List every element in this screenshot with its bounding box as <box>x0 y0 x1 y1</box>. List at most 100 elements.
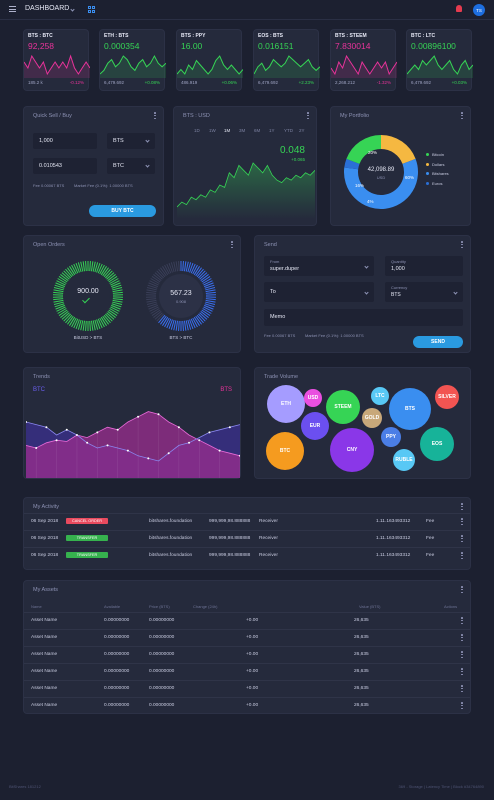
card-title: Send <box>264 242 277 248</box>
asset-available: 0.00000000 <box>104 686 130 691</box>
tab-period[interactable]: 1M <box>224 128 230 133</box>
ticker-card[interactable]: BTS : STEEM 7.830014 2,268.212 -1.32% <box>330 29 397 91</box>
amount-input-1[interactable]: 1,000 <box>33 133 97 149</box>
asset-price: 0.00000000 <box>149 652 175 657</box>
asset-row[interactable]: Asset Name 0.00000000 0.00000000 +0.00 26,63… <box>24 646 470 663</box>
bell-icon[interactable] <box>456 5 462 12</box>
to-field[interactable]: To <box>264 282 374 302</box>
memo-field[interactable]: Memo <box>264 309 463 326</box>
column-header[interactable]: Actions <box>444 604 457 609</box>
menu-icon[interactable] <box>9 6 16 12</box>
column-header[interactable]: Price (BTS) <box>149 604 170 609</box>
asset-row[interactable]: Asset Name 0.00000000 0.00000000 +0.00 26,63… <box>24 629 470 646</box>
trend-point <box>65 428 68 431</box>
asset-name: Asset Name <box>31 652 58 657</box>
grid-icon[interactable] <box>88 6 95 13</box>
asset-value: 26,635 <box>354 669 369 674</box>
activity-row[interactable]: 06 Sep 2018 TRANSFER bitshares.foundation 9… <box>24 547 470 564</box>
tab-period[interactable]: 1Y <box>269 128 275 133</box>
ticker-card[interactable]: ETH : BTS 0.000354 6,479.692 +0.08% <box>99 29 166 91</box>
more-icon[interactable] <box>461 586 463 593</box>
activity-date: 06 Sep 2018 <box>31 553 59 558</box>
tab-period[interactable]: 6M <box>254 128 260 133</box>
row-more-icon[interactable] <box>461 518 463 525</box>
donut-slice[interactable] <box>344 158 360 170</box>
volume-bubble[interactable]: STEEM <box>326 390 360 424</box>
column-header[interactable]: Change (24h) <box>193 604 217 609</box>
row-more-icon[interactable] <box>461 552 463 559</box>
tab-period[interactable]: 2Y <box>299 128 305 133</box>
card-title: Trends <box>33 374 50 380</box>
ticker-card[interactable]: BTS : BTC 92,258 185.2 k -0.12% <box>23 29 90 91</box>
bts-usd-card: BTS : USD 1D 1W 1M 3M 6M 1Y YTD 2Y 0.048 +0.065 <box>173 106 317 226</box>
quantity-field[interactable]: Quantity 1,000 <box>385 256 463 276</box>
footer-status: 369 - Storage | Latency Time | Block #34… <box>398 784 484 789</box>
from-field[interactable]: From super.duper <box>264 256 374 276</box>
activity-row[interactable]: 06 Sep 2018 TRANSFER bitshares.foundation 9… <box>24 530 470 547</box>
legend-dot <box>426 172 429 176</box>
activity-row[interactable]: 06 Sep 2018 CANCEL ORDER bitshares.foundat… <box>24 513 470 530</box>
row-more-icon[interactable] <box>461 702 463 709</box>
price-area <box>177 163 315 219</box>
asset-select-1[interactable]: BTS <box>107 133 155 149</box>
trend-point <box>75 434 78 436</box>
tab-period[interactable]: 1W <box>209 128 216 133</box>
column-header[interactable]: Value (BTS) <box>359 604 381 609</box>
ticker-price: 0.016151 <box>258 41 294 51</box>
activity-account[interactable]: bitshares.foundation <box>149 519 192 524</box>
volume-bubble[interactable]: PPY <box>381 427 401 447</box>
buy-button[interactable]: BUY BTC <box>89 205 156 217</box>
volume-bubble[interactable]: CNY <box>330 428 374 472</box>
asset-row[interactable]: Asset Name 0.00000000 0.00000000 +0.00 26,63… <box>24 697 470 714</box>
activity-account[interactable]: bitshares.foundation <box>149 536 192 541</box>
row-more-icon[interactable] <box>461 685 463 692</box>
chevron-down-icon[interactable] <box>70 7 75 12</box>
row-more-icon[interactable] <box>461 651 463 658</box>
activity-account[interactable]: bitshares.foundation <box>149 553 192 558</box>
volume-bubble[interactable]: BTC <box>266 432 304 470</box>
ticker-price: 16.00 <box>181 41 203 51</box>
avatar[interactable]: TS <box>473 4 485 16</box>
ticker-price: 92,258 <box>28 41 54 51</box>
volume-bubble[interactable]: RUBLE <box>393 449 415 471</box>
more-icon[interactable] <box>154 112 156 119</box>
row-more-icon[interactable] <box>461 535 463 542</box>
page-title[interactable]: DASHBOARD <box>25 5 69 12</box>
volume-bubble[interactable]: EOS <box>420 427 454 461</box>
asset-row[interactable]: Asset Name 0.00000000 0.00000000 +0.00 26,63… <box>24 680 470 697</box>
asset-row[interactable]: Asset Name 0.00000000 0.00000000 +0.00 26,63… <box>24 612 470 629</box>
asset-name: Asset Name <box>31 635 58 640</box>
more-icon[interactable] <box>461 241 463 248</box>
ticker-card[interactable]: BTC : LTC 0.00896100 6,479.692 +0.03% <box>406 29 473 91</box>
more-icon[interactable] <box>307 112 309 119</box>
more-icon[interactable] <box>461 112 463 119</box>
volume-bubble[interactable]: LTC <box>371 387 389 405</box>
tab-period[interactable]: YTD <box>284 128 293 133</box>
volume-bubble[interactable]: ETH <box>267 385 305 423</box>
tab-period[interactable]: 1D <box>194 128 200 133</box>
column-header[interactable]: Name <box>31 604 42 609</box>
volume-bubble[interactable]: EUR <box>301 412 329 440</box>
row-more-icon[interactable] <box>461 634 463 641</box>
send-button[interactable]: SEND <box>413 336 463 348</box>
amount-input-2[interactable]: 0.010543 <box>33 158 97 174</box>
volume-bubble[interactable]: USD <box>304 389 322 407</box>
column-header[interactable]: Available <box>104 604 120 609</box>
volume-bubble[interactable]: SILVER <box>435 385 459 409</box>
row-more-icon[interactable] <box>461 668 463 675</box>
legend-item: Euros <box>426 181 442 186</box>
tab-period[interactable]: 3M <box>239 128 245 133</box>
activity-type-badge: CANCEL ORDER <box>66 518 108 524</box>
asset-select-2[interactable]: BTC <box>107 158 155 174</box>
row-more-icon[interactable] <box>461 617 463 624</box>
asset-row[interactable]: Asset Name 0.00000000 0.00000000 +0.00 26,63… <box>24 663 470 680</box>
more-icon[interactable] <box>461 503 463 510</box>
volume-bubble[interactable]: GOLD <box>362 408 382 428</box>
activity-amount: 999,999,98.888888 <box>209 519 251 524</box>
volume-bubble[interactable]: BTS <box>389 388 431 430</box>
ticker-card[interactable]: BTS : PPY 16.00 486.919 +0.06% <box>176 29 243 91</box>
currency-field[interactable]: Currency BTS <box>385 282 463 302</box>
donut-slice[interactable] <box>380 135 416 165</box>
ticker-card[interactable]: EOS : BTS 0.016151 6,479.692 +2.23% <box>253 29 320 91</box>
more-icon[interactable] <box>231 241 233 248</box>
